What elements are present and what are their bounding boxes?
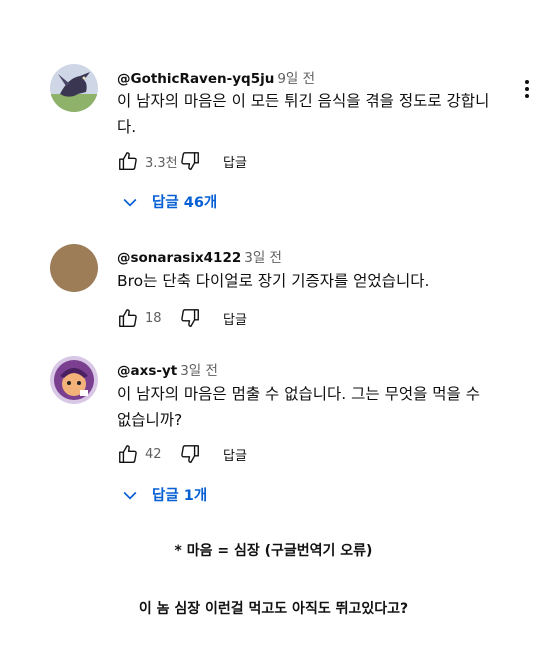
caption-text: 이 놈 심장 이런걸 먹고도 아직도 뛰고있다고? [138,601,409,617]
replies-label: 답글 46개 [152,195,218,211]
thumbs-up-icon[interactable] [117,443,139,465]
chevron-down-icon [120,192,140,212]
comment-meta: @sonarasix4122 3일 전 [117,246,282,266]
like-count: 42 [145,446,162,462]
like-count: 3.3천 [145,155,178,171]
comment-text: 이 남자의 마음은 이 모든 튀긴 음식을 겪을 정도로 강합니다. [117,92,490,136]
reply-button[interactable]: 답글 [223,445,247,464]
comment-meta: @GothicRaven-yq5ju 9일 전 [117,67,315,87]
thumbs-down-icon[interactable] [179,443,201,465]
chevron-down-icon [120,485,140,505]
thumbs-down-icon[interactable] [179,307,201,329]
comment-date[interactable]: 9일 전 [277,71,315,87]
like-count: 18 [145,310,162,326]
comment-actions: 42 답글 [117,443,247,465]
avatar[interactable] [50,64,98,112]
thumbs-up-icon[interactable] [117,307,139,329]
replies-label: 답글 1개 [152,488,208,504]
reply-button[interactable]: 답글 [223,152,247,171]
author-handle[interactable]: @axs-yt [117,363,177,379]
avatar[interactable] [50,356,98,404]
comment-actions: 18 답글 [117,307,247,329]
avatar[interactable] [50,244,98,292]
thumbs-up-icon[interactable] [117,150,139,172]
comment-meta: @axs-yt 3일 전 [117,359,218,379]
comment-text: Bro는 단축 다이얼로 장기 기증자를 얻었습니다. [117,272,430,290]
comment-date[interactable]: 3일 전 [244,250,282,266]
author-handle[interactable]: @sonarasix4122 [117,250,241,266]
comment-text: 이 남자의 마음은 멈출 수 없습니다. 그는 무엇을 먹을 수 없습니까? [117,385,480,429]
thumbs-down-icon[interactable] [179,150,201,172]
more-vert-icon[interactable] [519,78,535,100]
reply-button[interactable]: 답글 [223,309,247,328]
view-replies-button[interactable]: 답글 1개 [120,484,207,505]
translation-note: * 마음 = 심장 (구글번역기 오류) [174,543,373,559]
author-handle[interactable]: @GothicRaven-yq5ju [117,71,274,87]
comment-date[interactable]: 3일 전 [180,363,218,379]
view-replies-button[interactable]: 답글 46개 [120,191,217,212]
comment-actions: 3.3천 답글 [117,150,247,172]
